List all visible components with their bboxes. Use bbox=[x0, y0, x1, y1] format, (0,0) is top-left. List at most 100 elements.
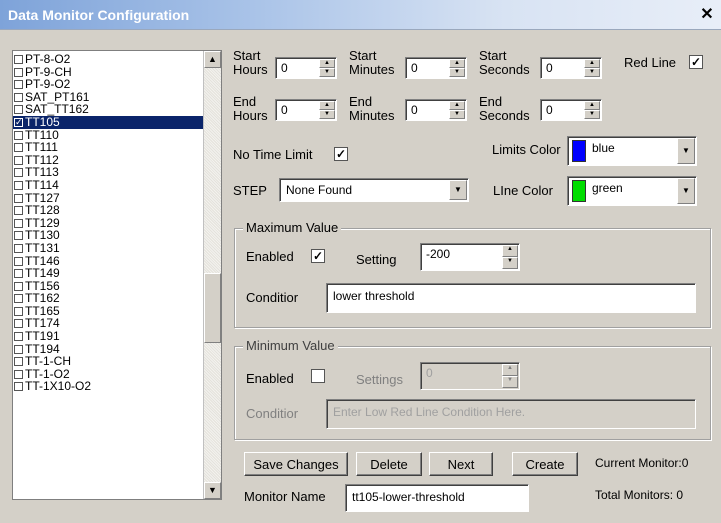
spin-up-icon[interactable]: ▲ bbox=[584, 59, 600, 68]
list-item-checkbox[interactable] bbox=[14, 67, 23, 77]
spin-up-icon[interactable]: ▲ bbox=[584, 101, 600, 110]
red-line-checkbox[interactable]: ✓ bbox=[689, 55, 703, 69]
list-item-checkbox[interactable] bbox=[14, 369, 23, 379]
close-icon[interactable]: ✕ bbox=[699, 6, 715, 24]
spin-down-icon[interactable]: ▼ bbox=[502, 257, 518, 269]
monitor-name-input[interactable]: tt105-lower-threshold bbox=[345, 484, 529, 512]
list-item-checkbox[interactable] bbox=[14, 105, 23, 115]
list-item-checkbox[interactable] bbox=[14, 193, 23, 203]
list-item-checkbox[interactable] bbox=[14, 80, 23, 90]
start-hours-label: Start Hours bbox=[233, 48, 268, 77]
end-seconds-value: 0 bbox=[546, 103, 553, 117]
title-bar: Data Monitor Configuration ✕ bbox=[0, 0, 721, 30]
max-setting-spinner[interactable]: -200 ▲ ▼ bbox=[420, 243, 520, 271]
end-minutes-value: 0 bbox=[411, 103, 418, 117]
limits-color-label: Limits Color bbox=[492, 142, 561, 157]
red-line-label: Red Line bbox=[624, 55, 677, 70]
current-monitor-status: Current Monitor:0 bbox=[595, 456, 689, 470]
list-item-checkbox[interactable] bbox=[14, 206, 23, 216]
list-item-label: TT-1X10-O2 bbox=[25, 379, 92, 394]
maximum-value-title: Maximum Value bbox=[243, 220, 342, 235]
list-item-checkbox[interactable] bbox=[14, 357, 23, 367]
max-setting-value: -200 bbox=[426, 247, 451, 261]
list-item-checkbox[interactable] bbox=[14, 294, 23, 304]
end-minutes-spinner[interactable]: 0 ▲ ▼ bbox=[405, 99, 467, 121]
spin-up-icon[interactable]: ▲ bbox=[449, 101, 465, 110]
list-item-checkbox[interactable] bbox=[14, 180, 23, 190]
spin-up-icon[interactable]: ▲ bbox=[319, 59, 335, 68]
limits-color-swatch bbox=[572, 140, 586, 162]
chevron-down-icon[interactable]: ▼ bbox=[677, 178, 695, 204]
list-item-checkbox[interactable] bbox=[14, 155, 23, 165]
monitor-listbox[interactable]: PT-8-O2 PT-9-CH PT-9-O2 SAT_PT161 SAT_TT162 ✓… bbox=[12, 50, 222, 500]
list-item-checkbox[interactable] bbox=[14, 130, 23, 140]
spin-down-icon[interactable]: ▼ bbox=[319, 68, 335, 77]
max-enabled-label: Enabled bbox=[246, 249, 294, 264]
spin-up-icon[interactable]: ▲ bbox=[502, 364, 518, 376]
total-monitors-status: Total Monitors: 0 bbox=[595, 488, 684, 502]
chevron-down-icon[interactable]: ▼ bbox=[677, 138, 695, 164]
min-settings-spinner[interactable]: 0 ▲ ▼ bbox=[420, 362, 520, 390]
min-enabled-checkbox[interactable] bbox=[311, 369, 325, 383]
min-condition-label: Conditior bbox=[246, 406, 299, 421]
start-minutes-spinner[interactable]: 0 ▲ ▼ bbox=[405, 57, 467, 79]
limits-color-select[interactable]: blue ▼ bbox=[567, 136, 697, 166]
list-item-checkbox[interactable] bbox=[14, 256, 23, 266]
list-item-checkbox[interactable] bbox=[14, 143, 23, 153]
line-color-label: LIne Color bbox=[493, 183, 553, 198]
list-item-checkbox[interactable] bbox=[14, 218, 23, 228]
spin-down-icon[interactable]: ▼ bbox=[449, 68, 465, 77]
spin-down-icon[interactable]: ▼ bbox=[449, 110, 465, 119]
list-item-checkbox[interactable] bbox=[14, 382, 23, 392]
start-minutes-label: Start Minutes bbox=[349, 48, 395, 77]
data-monitor-config-window: Data Monitor Configuration ✕ PT-8-O2 PT-9… bbox=[0, 0, 721, 523]
line-color-select[interactable]: green ▼ bbox=[567, 176, 697, 206]
max-setting-label: Setting bbox=[356, 252, 397, 267]
spin-down-icon[interactable]: ▼ bbox=[502, 376, 518, 388]
create-button[interactable]: Create bbox=[512, 452, 578, 476]
spin-up-icon[interactable]: ▲ bbox=[449, 59, 465, 68]
list-item-checkbox[interactable] bbox=[14, 269, 23, 279]
step-value: None Found bbox=[286, 183, 353, 197]
list-item-checkbox[interactable]: ✓ bbox=[14, 117, 23, 127]
list-scrollbar[interactable]: ▲ ▼ bbox=[203, 51, 221, 499]
scroll-down-icon[interactable]: ▼ bbox=[204, 482, 221, 499]
min-settings-value: 0 bbox=[426, 366, 433, 380]
step-label: STEP bbox=[233, 183, 267, 198]
list-item-checkbox[interactable] bbox=[14, 55, 23, 64]
list-item[interactable]: TT-1X10-O2 bbox=[13, 380, 203, 393]
list-item-checkbox[interactable] bbox=[14, 243, 23, 253]
delete-button[interactable]: Delete bbox=[356, 452, 422, 476]
max-condition-input[interactable]: lower threshold bbox=[326, 283, 696, 313]
list-item-checkbox[interactable] bbox=[14, 332, 23, 342]
end-seconds-spinner[interactable]: 0 ▲ ▼ bbox=[540, 99, 602, 121]
spin-up-icon[interactable]: ▲ bbox=[319, 101, 335, 110]
start-hours-spinner[interactable]: 0 ▲ ▼ bbox=[275, 57, 337, 79]
spin-down-icon[interactable]: ▼ bbox=[584, 110, 600, 119]
start-seconds-spinner[interactable]: 0 ▲ ▼ bbox=[540, 57, 602, 79]
chevron-down-icon[interactable]: ▼ bbox=[449, 180, 467, 200]
scroll-thumb[interactable] bbox=[204, 273, 221, 343]
spin-up-icon[interactable]: ▲ bbox=[502, 245, 518, 257]
step-select[interactable]: None Found ▼ bbox=[279, 178, 469, 202]
list-item-checkbox[interactable] bbox=[14, 168, 23, 178]
spin-down-icon[interactable]: ▼ bbox=[584, 68, 600, 77]
list-item-checkbox[interactable] bbox=[14, 306, 23, 316]
list-item-checkbox[interactable] bbox=[14, 319, 23, 329]
end-hours-spinner[interactable]: 0 ▲ ▼ bbox=[275, 99, 337, 121]
list-item-checkbox[interactable] bbox=[14, 231, 23, 241]
list-item-checkbox[interactable] bbox=[14, 92, 23, 102]
line-color-value: green bbox=[592, 181, 623, 195]
list-item-checkbox[interactable] bbox=[14, 281, 23, 291]
spin-down-icon[interactable]: ▼ bbox=[319, 110, 335, 119]
list-item-checkbox[interactable] bbox=[14, 344, 23, 354]
max-enabled-checkbox[interactable]: ✓ bbox=[311, 249, 325, 263]
next-button[interactable]: Next bbox=[429, 452, 493, 476]
scroll-up-icon[interactable]: ▲ bbox=[204, 51, 221, 68]
end-seconds-label: End Seconds bbox=[479, 94, 530, 123]
min-condition-input[interactable]: Enter Low Red Line Condition Here. bbox=[326, 399, 696, 429]
start-seconds-value: 0 bbox=[546, 61, 553, 75]
save-changes-button[interactable]: Save Changes bbox=[244, 452, 348, 476]
start-minutes-value: 0 bbox=[411, 61, 418, 75]
no-time-limit-checkbox[interactable]: ✓ bbox=[334, 147, 348, 161]
